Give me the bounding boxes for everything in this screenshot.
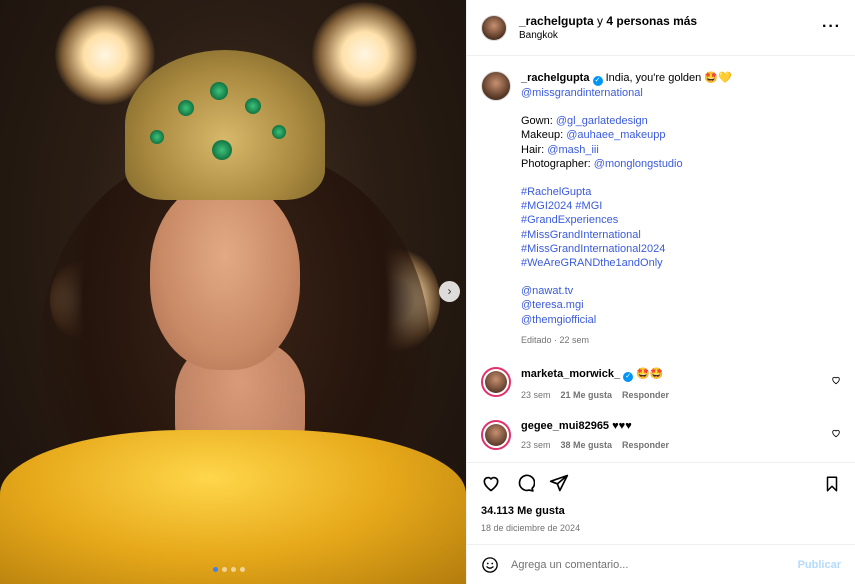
credit-line: Gown: @gl_garlatedesign	[521, 115, 648, 128]
edited-timestamp: Editado · 22 sem	[521, 334, 590, 345]
comment-composer: Publicar	[467, 544, 855, 584]
mention-link[interactable]: @mash_iii	[547, 144, 599, 156]
reply-button[interactable]: Responder	[622, 440, 669, 450]
publish-button[interactable]: Publicar	[798, 559, 841, 571]
verified-icon: ✓	[623, 372, 634, 383]
hashtag-link[interactable]: #RachelGupta	[521, 185, 732, 199]
like-count[interactable]: 34.113 Me gusta	[481, 505, 841, 517]
hashtag-link[interactable]: #MissGrandInternational	[521, 228, 732, 242]
credit-line: Hair: @mash_iii	[521, 143, 599, 156]
post-header: _rachelgupta y 4 personas más Bangkok ··…	[467, 0, 855, 56]
collab-count[interactable]: 4 personas más	[606, 14, 697, 28]
commenter-avatar[interactable]	[481, 367, 511, 398]
credit-line: Makeup: @auhaee_makeupp	[521, 129, 666, 142]
comment-text: 🤩🤩	[636, 368, 664, 381]
verified-icon: ✓	[592, 76, 603, 86]
mention-link[interactable]: @auhaee_makeupp	[566, 129, 665, 141]
author-username[interactable]: _rachelgupta	[519, 14, 594, 28]
emoji-icon[interactable]	[481, 556, 499, 574]
carousel-dot	[222, 567, 227, 572]
post-actions: 34.113 Me gusta 18 de diciembre de 2024	[467, 462, 855, 544]
header-title: _rachelgupta y 4 personas más	[519, 14, 697, 28]
comment-likes[interactable]: 21 Me gusta	[561, 390, 613, 400]
hashtag-link[interactable]: #MGI2024 #MGI	[521, 199, 732, 213]
comment: gegee_mui82965 ♥♥♥ 23 sem 38 Me gusta Re…	[481, 420, 841, 451]
mention-link[interactable]: @missgrandinternational	[521, 86, 732, 100]
crown-gem	[178, 100, 194, 116]
comment: marketa_morwick_ ✓ 🤩🤩 23 sem 21 Me gusta…	[481, 367, 841, 400]
comment-input[interactable]	[511, 558, 798, 571]
caption-username[interactable]: _rachelgupta	[521, 72, 589, 84]
caption: _rachelgupta ✓ India, you're golden 🤩💛 @…	[481, 71, 841, 347]
carousel-dots	[213, 567, 245, 572]
like-heart-icon[interactable]	[481, 473, 501, 493]
carousel-dot	[231, 567, 236, 572]
collab-connector: y	[593, 14, 607, 28]
post-location[interactable]: Bangkok	[519, 30, 697, 41]
hashtag-link[interactable]: #GrandExperiences	[521, 213, 732, 227]
comment-bubble-icon[interactable]	[515, 473, 535, 493]
comment-username[interactable]: marketa_morwick_	[521, 368, 620, 380]
photo-face	[150, 180, 300, 370]
photo-gown	[0, 430, 466, 584]
caption-text: India, you're golden 🤩💛	[605, 72, 732, 84]
share-send-icon[interactable]	[549, 473, 569, 493]
crown-gem	[212, 140, 232, 160]
mention-link[interactable]: @monglongstudio	[594, 158, 683, 170]
comment-likes[interactable]: 38 Me gusta	[561, 440, 613, 450]
comment-text: ♥♥♥	[612, 420, 632, 433]
commenter-avatar[interactable]	[481, 420, 511, 451]
mention-link[interactable]: @gl_garlatedesign	[556, 115, 648, 127]
caption-avatar[interactable]	[481, 71, 511, 101]
comments-scroll[interactable]: _rachelgupta ✓ India, you're golden 🤩💛 @…	[467, 57, 855, 462]
crown-gem	[245, 98, 261, 114]
post-date: 18 de diciembre de 2024	[481, 523, 581, 533]
caption-text-block: _rachelgupta ✓ India, you're golden 🤩💛 @…	[521, 71, 732, 347]
mention-link[interactable]: @nawat.tv	[521, 284, 732, 298]
mention-link[interactable]: @themgiofficial	[521, 313, 732, 327]
bookmark-icon[interactable]	[823, 475, 841, 493]
bokeh-light	[312, 2, 417, 107]
comment-time: 23 sem	[521, 390, 551, 401]
comment-like-icon[interactable]	[831, 428, 841, 438]
comment-time: 23 sem	[521, 440, 551, 451]
carousel-dot	[240, 567, 245, 572]
carousel-dot	[213, 567, 218, 572]
mention-link[interactable]: @teresa.mgi	[521, 298, 732, 312]
post-panel: _rachelgupta y 4 personas más Bangkok ··…	[466, 0, 855, 584]
author-avatar[interactable]	[481, 14, 507, 41]
credit-line: Photographer: @monglongstudio	[521, 157, 683, 170]
more-options-icon[interactable]: ···	[822, 18, 841, 36]
post-image[interactable]: ›	[0, 0, 466, 584]
crown-gem	[150, 130, 164, 144]
crown-gem	[272, 125, 286, 139]
comment-like-icon[interactable]	[831, 375, 841, 385]
photo-crown	[125, 50, 325, 200]
reply-button[interactable]: Responder	[622, 390, 669, 400]
hashtag-link[interactable]: #MissGrandInternational2024	[521, 242, 732, 256]
hashtag-link[interactable]: #WeAreGRANDthe1andOnly	[521, 256, 732, 270]
carousel-next-button[interactable]: ›	[439, 281, 460, 302]
comment-username[interactable]: gegee_mui82965	[521, 420, 609, 432]
crown-gem	[210, 82, 228, 100]
